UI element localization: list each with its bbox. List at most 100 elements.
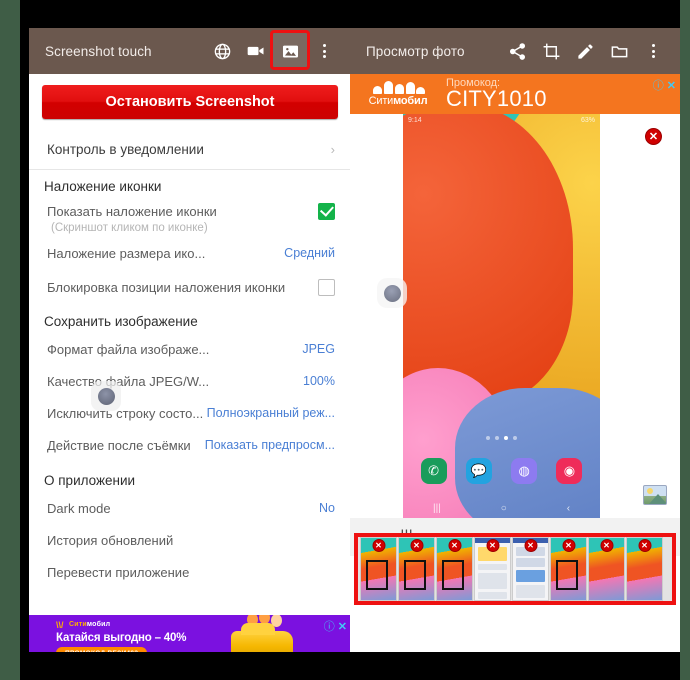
ad-brand: Ситимобил <box>69 621 111 628</box>
delete-thumb-badge[interactable]: ✕ <box>410 539 423 552</box>
video-camera-icon[interactable] <box>239 34 273 68</box>
thumbnail-filmstrip[interactable]: ✕ ✕ ✕ ✕ ✕ ✕ ✕ ✕ <box>354 533 676 605</box>
ad-promo-chip: ПРОМОКОД ВЕЗИ403 <box>56 647 148 653</box>
recents-button: ||| <box>432 503 441 514</box>
overflow-menu-icon[interactable] <box>636 34 670 68</box>
row-label: Исключить строку состо... <box>47 405 204 421</box>
list-item[interactable]: ✕ <box>436 537 473 601</box>
displayed-screenshot-image: 9:14 63% ✆ 💬 ◍ ◉ ||| ○ ‹ <box>403 114 600 518</box>
edit-pencil-icon[interactable] <box>568 34 602 68</box>
overflow-menu-icon[interactable] <box>307 34 341 68</box>
status-battery: 63% <box>580 116 595 124</box>
row-label: Действие после съёмки <box>47 437 191 453</box>
row-label: Перевести приложение <box>47 564 190 580</box>
delete-thumb-badge[interactable]: ✕ <box>638 539 651 552</box>
row-action-after-capture[interactable]: Действие после съёмки Показать предпросм… <box>29 429 351 461</box>
row-label: Качество файла JPEG/W... <box>47 373 210 389</box>
screenshot-root: Screenshot touch Остановить Screenshot К… <box>0 0 690 680</box>
promo-brand-logo: Ситимобил <box>350 81 446 107</box>
floating-overlay-bubble[interactable] <box>91 381 121 411</box>
row-overlay-icon-size[interactable]: Наложение размера ико... Средний <box>29 234 351 272</box>
home-button: ○ <box>500 503 507 514</box>
delete-thumb-badge[interactable]: ✕ <box>372 539 385 552</box>
share-icon[interactable] <box>500 34 534 68</box>
folder-icon[interactable] <box>602 34 636 68</box>
row-label: Формат файла изображе... <box>47 341 210 357</box>
mountain-shape <box>649 494 666 504</box>
close-icon[interactable]: ✕ <box>338 620 347 633</box>
home-page-indicator <box>403 436 600 440</box>
row-translate-app[interactable]: Перевести приложение <box>29 556 351 588</box>
floating-overlay-bubble[interactable] <box>377 278 407 308</box>
ad-promo-label: ПРОМОКОД <box>65 650 105 653</box>
delete-thumb-badge[interactable]: ✕ <box>600 539 613 552</box>
ad-logo-icon: \\/ <box>56 620 64 630</box>
right-appbar-icons <box>500 34 670 68</box>
row-value: 100% <box>303 374 335 388</box>
checkbox-unchecked-icon[interactable] <box>318 278 335 296</box>
messages-app-icon: 💬 <box>465 458 492 484</box>
delete-thumb-badge[interactable]: ✕ <box>448 539 461 552</box>
row-label: Dark mode <box>47 500 111 516</box>
list-item[interactable]: ✕ <box>550 537 587 601</box>
left-appbar: Screenshot touch <box>29 28 351 74</box>
row-jpeg-quality[interactable]: Качество файла JPEG/W... 100% <box>29 365 351 397</box>
row-sub-show-overlay-icon: (Скриншот кликом по иконке) <box>51 222 208 234</box>
right-appbar: Просмотр фото <box>350 28 680 74</box>
row-update-history[interactable]: История обновлений <box>29 524 351 556</box>
status-time: 9:14 <box>408 116 422 124</box>
captured-navbar: ||| ○ ‹ <box>403 503 600 514</box>
promo-text: Промокод: CITY1010 <box>446 78 680 110</box>
close-icon[interactable]: ✕ <box>667 79 676 92</box>
brand-mark-icon <box>373 81 425 94</box>
left-appbar-icons <box>205 30 341 70</box>
row-exclude-status-bar[interactable]: Исключить строку состо... Полноэкранный … <box>29 397 351 429</box>
promo-brand-name: Ситимобил <box>368 95 428 107</box>
row-label: Наложение размера ико... <box>47 245 206 261</box>
back-button: ‹ <box>566 503 571 514</box>
stop-screenshot-button[interactable]: Остановить Screenshot <box>42 85 338 119</box>
list-item[interactable]: ✕ <box>512 537 549 601</box>
globe-icon[interactable] <box>205 34 239 68</box>
promo-banner[interactable]: Ситимобил Промокод: CITY1010 ⓘ ✕ <box>350 74 680 114</box>
photo-shape-orange <box>403 114 573 404</box>
promo-controls[interactable]: ⓘ ✕ <box>653 77 676 93</box>
delete-thumb-badge[interactable]: ✕ <box>562 539 575 552</box>
ad-controls[interactable]: ⓘ ✕ <box>324 618 347 634</box>
row-lock-overlay-position[interactable]: Блокировка позиции наложения иконки <box>29 272 351 302</box>
delete-thumb-badge[interactable]: ✕ <box>486 539 499 552</box>
list-item[interactable]: ✕ <box>588 537 625 601</box>
row-label: История обновлений <box>47 532 174 548</box>
list-item[interactable]: ✕ <box>398 537 435 601</box>
delete-thumb-badge[interactable]: ✕ <box>524 539 537 552</box>
chevron-right-icon: › <box>330 142 335 157</box>
row-notification-control[interactable]: Контроль в уведомлении › <box>29 130 351 170</box>
image-thumbnail-icon[interactable] <box>643 485 667 505</box>
row-label: Показать наложение иконки <box>47 203 217 219</box>
list-item[interactable]: ✕ <box>360 537 397 601</box>
info-icon[interactable]: ⓘ <box>653 77 664 93</box>
row-image-file-format[interactable]: Формат файла изображе... JPEG <box>29 333 351 365</box>
image-gallery-icon[interactable] <box>270 30 310 70</box>
sun-shape <box>647 488 653 494</box>
camera-app-icon: ◉ <box>556 458 583 484</box>
list-item[interactable]: ✕ <box>626 537 663 601</box>
delete-photo-badge[interactable]: ✕ <box>645 128 662 145</box>
row-label: Блокировка позиции наложения иконки <box>47 279 286 295</box>
ad-taxi-graphic <box>231 623 293 652</box>
section-title-about: О приложении <box>44 473 136 488</box>
checkbox-checked-icon[interactable] <box>318 202 335 220</box>
left-app-title: Screenshot touch <box>45 43 152 59</box>
left-phone-screenshot: Screenshot touch Остановить Screenshot К… <box>29 28 351 652</box>
row-value: No <box>319 501 335 515</box>
section-title-save-image: Сохранить изображение <box>44 314 198 329</box>
promo-code: CITY1010 <box>446 86 547 111</box>
row-show-overlay-icon[interactable]: Показать наложение иконки <box>29 198 351 224</box>
photo-viewer-area[interactable]: 9:14 63% ✆ 💬 ◍ ◉ ||| ○ ‹ ✕ <box>350 114 680 518</box>
left-ad-banner[interactable]: \\/ Ситимобил Катайся выгодно – 40% ПРОМ… <box>29 615 351 652</box>
row-dark-mode[interactable]: Dark mode No <box>29 492 351 524</box>
row-value: Полноэкранный реж... <box>206 406 335 420</box>
crop-icon[interactable] <box>534 34 568 68</box>
info-icon[interactable]: ⓘ <box>324 618 335 634</box>
list-item[interactable]: ✕ <box>474 537 511 601</box>
